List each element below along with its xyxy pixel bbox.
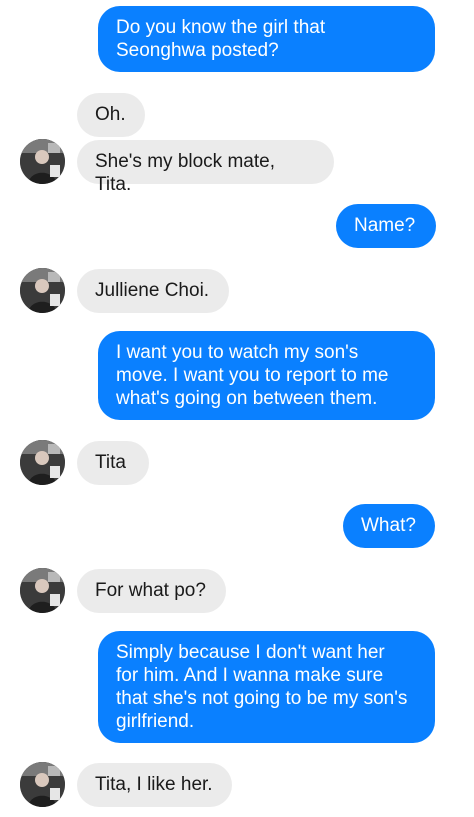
contact-avatar-icon-graphic (20, 139, 65, 184)
message-bubble-sent[interactable]: Name? (336, 204, 436, 248)
message-bubble-received[interactable]: Tita, I like her. (77, 763, 232, 807)
contact-avatar-icon[interactable] (20, 440, 65, 485)
contact-avatar-icon[interactable] (20, 139, 65, 184)
contact-avatar-icon[interactable] (20, 762, 65, 807)
contact-avatar-icon[interactable] (20, 268, 65, 313)
contact-avatar-icon[interactable] (20, 568, 65, 613)
contact-avatar-icon-graphic (20, 440, 65, 485)
message-bubble-received[interactable]: Julliene Choi. (77, 269, 229, 313)
message-bubble-received[interactable]: She's my block mate, Tita. (77, 140, 334, 195)
message-bubble-sent[interactable]: Do you know the girl that Seonghwa poste… (98, 6, 435, 72)
message-bubble-sent[interactable]: I want you to watch my son's move. I wan… (98, 331, 435, 420)
message-bubble-received[interactable]: For what po? (77, 569, 226, 613)
chat-thread: Do you know the girl that Seonghwa poste… (0, 0, 474, 817)
contact-avatar-icon-graphic (20, 268, 65, 313)
message-bubble-received[interactable]: Oh. (77, 93, 145, 137)
contact-avatar-icon-graphic (20, 762, 65, 807)
message-bubble-sent[interactable]: Simply because I don't want her for him.… (98, 631, 435, 743)
message-bubble-received[interactable]: Tita (77, 441, 149, 485)
message-bubble-sent[interactable]: What? (343, 504, 435, 548)
contact-avatar-icon-graphic (20, 568, 65, 613)
